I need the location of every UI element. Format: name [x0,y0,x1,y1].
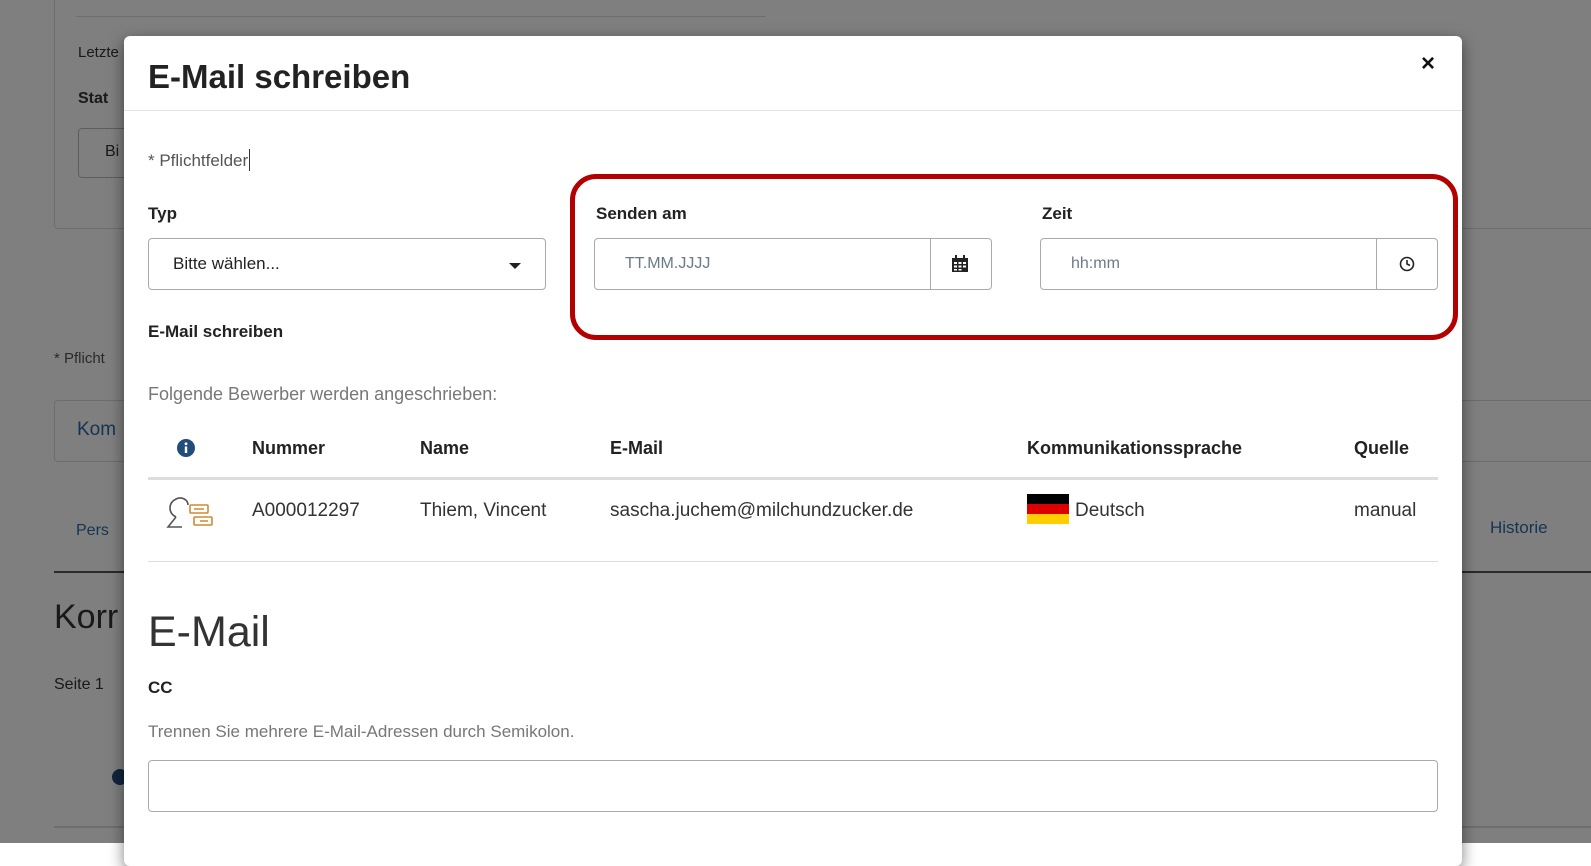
col-header-quelle[interactable]: Quelle [1354,438,1409,459]
flag-stripe-red [1027,504,1069,514]
typ-select-value: Bitte wählen... [173,254,280,273]
email-modal: E-Mail schreiben × * Pflichtfelder Typ B… [124,36,1462,866]
recipient-name: Thiem, Vincent [420,500,547,521]
recipient-email: sascha.juchem@milchundzucker.de [610,500,914,521]
col-header-nummer[interactable]: Nummer [252,438,325,459]
flag-stripe-gold [1027,514,1069,524]
flag-stripe-black [1027,494,1069,504]
required-fields-text: * Pflichtfelder [148,151,249,170]
compose-label: E-Mail schreiben [148,322,284,341]
cc-input[interactable] [148,760,1438,812]
modal-header-divider [124,110,1462,111]
recipients-hint: Folgende Bewerber werden angeschrieben: [148,384,498,404]
cc-hint: Trennen Sie mehrere E-Mail-Adressen durc… [148,722,575,741]
date-time-highlight [570,174,1458,340]
recipient-quelle: manual [1354,500,1417,521]
col-header-sprache[interactable]: Kommunikationssprache [1027,438,1242,459]
typ-select[interactable]: Bitte wählen... [148,238,546,290]
required-fields-note: * Pflichtfelder [148,149,251,171]
info-icon [177,439,195,457]
chevron-down-icon [509,263,521,269]
modal-title: E-Mail schreiben [148,58,411,95]
workflow-icon [166,497,213,528]
recipient-nummer: A000012297 [252,500,360,521]
text-cursor [249,149,251,171]
cc-label: CC [148,678,173,697]
typ-label: Typ [148,204,177,223]
col-header-email[interactable]: E-Mail [610,438,663,459]
table-header-divider [148,477,1438,480]
table-row-divider [148,561,1438,562]
recipient-sprache: Deutsch [1075,500,1145,521]
email-section-title: E-Mail [148,608,270,656]
col-header-name[interactable]: Name [420,438,469,459]
close-icon[interactable]: × [1421,50,1435,78]
german-flag-icon [1027,494,1069,524]
